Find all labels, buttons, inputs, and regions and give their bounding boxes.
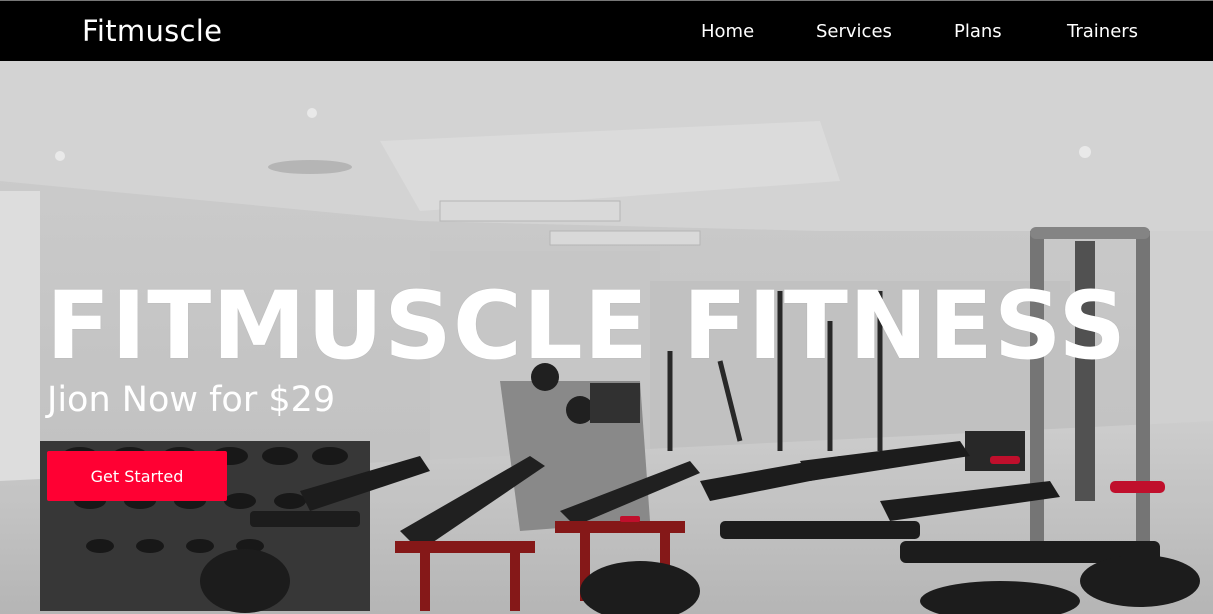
- nav-link-services[interactable]: Services: [816, 20, 892, 44]
- hero-title: FITMUSCLE FITNESS: [46, 272, 1128, 381]
- nav-link-plans[interactable]: Plans: [954, 20, 1002, 44]
- get-started-button[interactable]: Get Started: [47, 451, 227, 501]
- top-navbar: Fitmuscle Home Services Plans Trainers: [0, 0, 1213, 61]
- hero-subtitle: Jion Now for $29: [47, 380, 336, 420]
- nav-link-trainers[interactable]: Trainers: [1067, 20, 1138, 44]
- hero-section: FITMUSCLE FITNESS Jion Now for $29 Get S…: [0, 61, 1213, 614]
- brand-logo[interactable]: Fitmuscle: [82, 13, 222, 49]
- nav-link-home[interactable]: Home: [701, 20, 754, 44]
